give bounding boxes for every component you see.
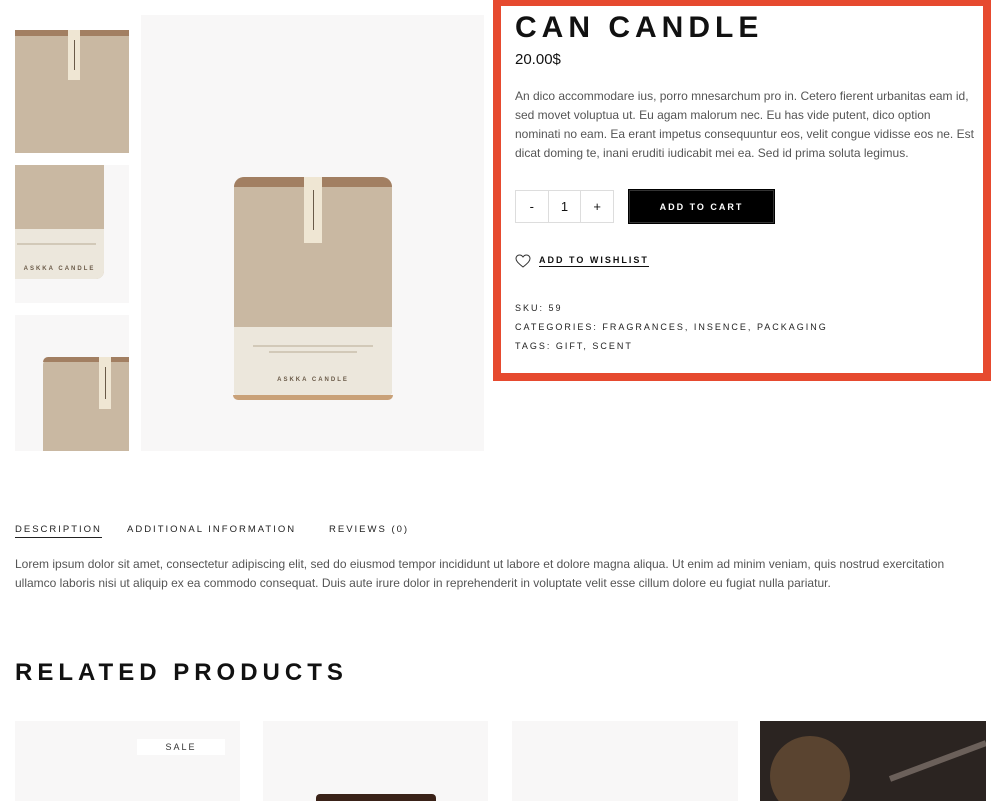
category-link[interactable]: FRAGRANCES [602,322,685,332]
sku-value: 59 [548,303,563,313]
category-link[interactable]: INSENCE [694,322,748,332]
categories-row: CATEGORIES: FRAGRANCES, INSENCE, PACKAGI… [515,322,828,332]
related-product-card[interactable] [263,721,488,801]
tag-link[interactable]: GIFT [556,341,584,351]
tag-link[interactable]: SCENT [592,341,633,351]
quantity-stepper[interactable]: - 1 + [515,190,614,223]
product-price: 20.00$ [515,51,561,68]
tags-row: TAGS: GIFT, SCENT [515,341,633,351]
category-link[interactable]: PACKAGING [757,322,828,332]
sku-row: SKU: 59 [515,303,563,313]
related-product-image [316,794,436,801]
add-to-cart-button[interactable]: ADD TO CART [628,189,775,224]
related-product-card[interactable] [15,721,240,801]
quantity-decrease-button[interactable]: - [516,191,549,222]
gallery-thumbnail-2[interactable]: ASKKA CANDLE [15,165,129,303]
product-description: An dico accommodare ius, porro mnesarchu… [515,89,974,160]
thumbnail-brand-text: ASKKA CANDLE [23,266,96,272]
related-product-card[interactable] [760,721,986,801]
tab-description[interactable]: DESCRIPTION [15,524,102,538]
categories-label: CATEGORIES: [515,322,598,332]
gallery-thumbnail-3[interactable] [15,315,129,451]
main-image-brand-text: ASKKA CANDLE [277,377,349,383]
tab-additional-information[interactable]: ADDITIONAL INFORMATION [127,524,296,535]
sku-label: SKU: [515,303,545,313]
wishlist-label: ADD TO WISHLIST [539,255,649,267]
related-product-card[interactable] [512,721,738,801]
heart-icon [515,254,531,268]
tags-label: TAGS: [515,341,552,351]
tab-reviews[interactable]: REVIEWS (0) [329,524,409,535]
sale-badge: SALE [137,739,225,755]
related-products-heading: RELATED PRODUCTS [15,659,348,686]
quantity-input[interactable]: 1 [549,191,582,222]
related-product-image [760,721,986,801]
main-product-image[interactable]: ASKKA CANDLE [141,15,484,451]
add-to-wishlist-link[interactable]: ADD TO WISHLIST [515,254,649,268]
tab-description-content: Lorem ipsum dolor sit amet, consectetur … [15,557,945,590]
gallery-thumbnail-1[interactable] [15,30,129,153]
product-title: CAN CANDLE [515,11,764,44]
quantity-increase-button[interactable]: + [581,191,613,222]
